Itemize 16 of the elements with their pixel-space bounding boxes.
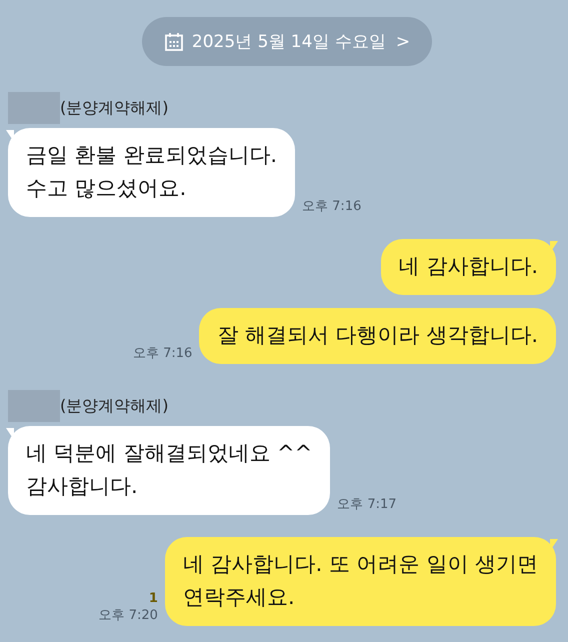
sender-name: (분양계약해제) — [60, 98, 168, 118]
message-time: 오후 7:20 — [98, 607, 158, 624]
message-bubble: 금일 환불 완료되었습니다. 수고 많으셨어요. — [8, 128, 296, 217]
message-bubble: 잘 해결되서 다행이라 생각합니다. — [199, 308, 556, 364]
redaction-block — [8, 92, 60, 124]
message-bubble: 네 감사합니다. 또 어려운 일이 생기면 연락주세요. — [164, 537, 556, 626]
calendar-icon — [164, 32, 184, 52]
sender-name: (분양계약해제) — [60, 396, 168, 416]
message-time: 오후 7:16 — [302, 198, 362, 215]
redaction-block — [8, 390, 60, 422]
unread-count: 1 — [148, 591, 158, 606]
message-time: 오후 7:16 — [132, 345, 192, 362]
message-time: 오후 7:17 — [337, 496, 397, 513]
date-button[interactable]: 2025년 5월 14일 수요일 > — [142, 17, 432, 66]
message-bubble: 네 감사합니다. — [380, 239, 556, 295]
message-bubble: 네 덕분에 잘해결되었네요 ^^ 감사합니다. — [8, 426, 330, 515]
